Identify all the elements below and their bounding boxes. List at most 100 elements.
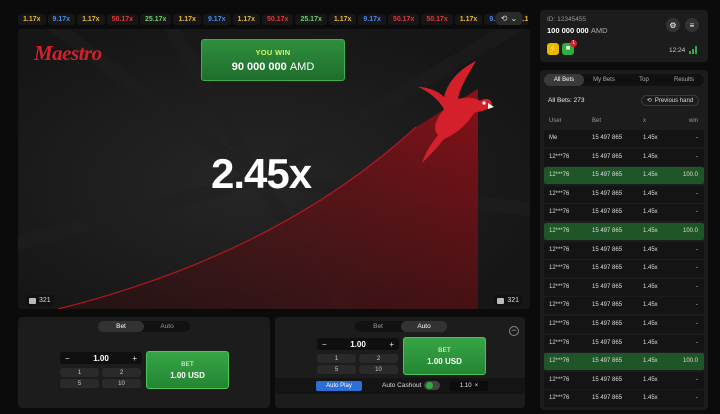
table-row: 12***76 15 497 865 1.45x -: [544, 297, 704, 315]
cell-bet: 15 497 865: [592, 376, 623, 383]
plus-button[interactable]: +: [389, 340, 394, 349]
cell-win: -: [696, 135, 698, 141]
history-multiplier: 50.17x: [387, 13, 420, 25]
quick-amount-10[interactable]: 10: [102, 379, 141, 388]
bet-amount-input[interactable]: 1.00: [350, 340, 366, 349]
cell-user: 12***76: [549, 302, 570, 309]
cell-user: 12***76: [549, 265, 570, 272]
minus-button[interactable]: −: [65, 354, 70, 363]
win-label: YOU WIN: [255, 48, 291, 57]
cell-bet: 15 497 865: [592, 153, 623, 160]
table-row: 12***76 15 497 865 1.45x 100.0: [544, 167, 704, 185]
account-panel: ID: 12345455 100 000 000 AMD ⚙ ≡ ⚡ ■ 1 1…: [540, 10, 708, 62]
cell-win: -: [696, 376, 698, 383]
tab-bet[interactable]: Bet: [355, 321, 401, 332]
bet-amount-stepper-1: − 1.00 +: [60, 352, 142, 364]
gear-icon: ⚙: [669, 20, 677, 30]
bets-table-header: User Bet x win: [549, 118, 698, 124]
cell-x: 1.45x: [643, 172, 658, 179]
quick-amount-2[interactable]: 2: [359, 354, 398, 363]
remove-panel-button[interactable]: −: [509, 326, 519, 336]
bet-mode-switch-1: Bet Auto: [98, 321, 190, 332]
bet-amount-input[interactable]: 1.00: [93, 354, 109, 363]
cell-x: 1.45x: [643, 395, 658, 402]
tab-my-bets[interactable]: My Bets: [584, 74, 624, 86]
bet-panel-2: Bet Auto − 1.00 + 1 2 5 10 BET 1.00 USD: [275, 317, 525, 408]
tab-top[interactable]: Top: [624, 74, 664, 86]
current-multiplier: 2.45x: [211, 150, 312, 197]
history-icon: ⟲: [646, 98, 652, 104]
bets-panel: All Bets My Bets Top Results All Bets: 2…: [540, 70, 708, 410]
cell-bet: 15 497 865: [592, 339, 623, 346]
cell-user: 12***76: [549, 320, 570, 327]
bet-button-2[interactable]: BET 1.00 USD: [403, 337, 486, 375]
bets-icon: [497, 297, 505, 304]
tab-all-bets[interactable]: All Bets: [544, 74, 584, 86]
tab-auto[interactable]: Auto: [144, 321, 190, 332]
cell-x: 1.45x: [643, 320, 658, 327]
plus-button[interactable]: +: [132, 354, 137, 363]
quick-amount-10[interactable]: 10: [359, 365, 398, 374]
cell-win: -: [696, 283, 698, 290]
cell-win: -: [696, 339, 698, 346]
clear-icon[interactable]: ×: [475, 383, 479, 389]
auto-cashout-label: Auto Cashout: [382, 382, 422, 389]
lightning-icon[interactable]: ⚡: [547, 43, 559, 55]
tab-bet[interactable]: Bet: [98, 321, 144, 332]
quick-amount-1[interactable]: 1: [317, 354, 356, 363]
cell-user: 12***76: [549, 153, 570, 160]
cell-x: 1.45x: [643, 135, 658, 141]
cell-win: 100.0: [682, 358, 698, 365]
cell-user: 12***76: [549, 358, 570, 365]
history-multiplier: 1.17x: [173, 13, 201, 25]
bet-button-1[interactable]: BET 1.00 USD: [146, 351, 229, 389]
table-row: 12***76 15 497 865 1.45x -: [544, 315, 704, 333]
menu-button[interactable]: ≡: [685, 18, 699, 32]
tab-results[interactable]: Results: [664, 74, 704, 86]
history-multiplier: 9.17x: [202, 13, 231, 25]
cell-win: -: [696, 320, 698, 327]
history-multiplier: 25.17x: [140, 13, 172, 25]
history-multiplier: 9.17x: [47, 13, 76, 25]
cell-x: 1.45x: [643, 190, 658, 197]
auto-cashout-input[interactable]: 1.10 ×: [450, 381, 488, 391]
cell-user: 12***76: [549, 376, 570, 383]
previous-hand-button[interactable]: ⟲ Previous hand: [641, 95, 699, 106]
quick-amount-5[interactable]: 5: [317, 365, 356, 374]
cell-bet: 15 497 865: [592, 283, 623, 290]
chevron-down-icon: ⌄: [510, 14, 518, 23]
cell-win: -: [696, 246, 698, 253]
settings-button[interactable]: ⚙: [666, 18, 680, 32]
cell-bet: 15 497 865: [592, 135, 623, 141]
quick-amount-2[interactable]: 2: [102, 368, 141, 377]
cell-bet: 15 497 865: [592, 172, 623, 179]
bet-mode-switch-2: Bet Auto: [355, 321, 447, 332]
auto-play-button[interactable]: Auto Play: [316, 381, 362, 391]
table-row: Me 15 497 865 1.45x -: [544, 130, 704, 147]
cell-bet: 15 497 865: [592, 358, 623, 365]
players-count-left: 321: [26, 295, 54, 306]
cell-bet: 15 497 865: [592, 246, 623, 253]
cell-win: -: [696, 395, 698, 402]
cell-win: -: [696, 153, 698, 160]
auto-cashout-toggle[interactable]: [424, 381, 440, 390]
cell-x: 1.45x: [643, 265, 658, 272]
quick-amount-5[interactable]: 5: [60, 379, 99, 388]
quick-amount-1[interactable]: 1: [60, 368, 99, 377]
history-multiplier: 1.17x: [454, 13, 483, 25]
history-multiplier: 50.17x: [262, 13, 294, 25]
parrot-icon: [418, 61, 494, 163]
cell-bet: 15 497 865: [592, 302, 623, 309]
cell-bet: 15 497 865: [592, 265, 623, 272]
history-icon: ⟲: [500, 14, 508, 23]
history-toggle-button[interactable]: ⟲ ⌄: [496, 12, 522, 25]
balance: 100 000 000 AMD: [547, 26, 608, 35]
history-multiplier: 9.17x: [358, 13, 386, 25]
table-row: 12***76 15 497 865 1.45x -: [544, 241, 704, 259]
players-count-right: 321: [494, 295, 522, 306]
win-amount: 90 000 000 AMD: [231, 61, 315, 73]
minus-button[interactable]: −: [322, 340, 327, 349]
clock: 12:24: [669, 47, 686, 54]
tab-auto[interactable]: Auto: [401, 321, 447, 332]
cell-win: -: [696, 209, 698, 216]
